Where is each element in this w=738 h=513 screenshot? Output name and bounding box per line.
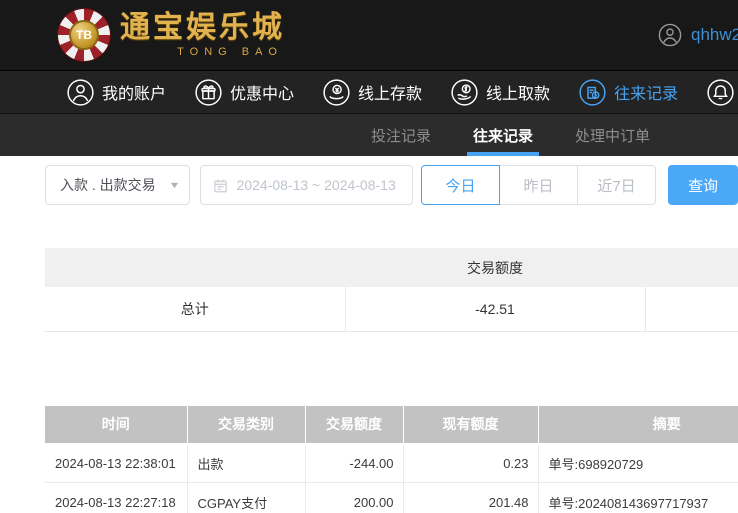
nav-label: 我的账户 [102,86,167,103]
col-memo: 摘要 [538,405,738,445]
withdraw-icon [451,78,478,106]
col-balance: 现有额度 [403,405,539,445]
brand-name-cn: 通宝娱乐城 [120,10,285,44]
records-icon [579,78,606,106]
table-row: 2024-08-13 22:27:18 CGPAY支付 200.00 201.4… [45,482,738,513]
summary-header-empty [45,248,345,287]
summary-section: 交易额度 总计 -42.51 [45,248,738,332]
top-header: TB 通宝娱乐城 TONG BAO qhhw2 [0,0,738,70]
brand-name-en: TONG BAO [177,45,283,58]
user-icon [67,78,94,106]
cell-type: CGPAY支付 [187,482,306,513]
summary-total-value: -42.51 [344,287,645,332]
quick-date-buttons: 今日 昨日 近7日 [421,165,656,205]
filter-row: 入款 . 出款交易 ▼ 2024-08-13 ~ 2024-08-13 今日 昨… [45,165,738,205]
chevron-down-icon: ▼ [167,180,181,190]
summary-table: 交易额度 总计 -42.51 [45,248,738,332]
nav-item-online-withdraw[interactable]: 线上取款 [451,78,551,106]
chip-label: TB [69,20,99,50]
user-area[interactable]: qhhw2 [658,0,738,70]
nav-label: 优惠中心 [230,86,295,103]
records-section: 时间 交易类别 交易额度 现有额度 摘要 2024-08-13 22:38:01… [45,405,738,513]
brand-text: 通宝娱乐城 TONG BAO [120,10,285,58]
col-time: 时间 [45,405,188,445]
nav-label: 线上存款 [358,86,423,103]
nav-item-promotions[interactable]: 优惠中心 [195,78,295,106]
gift-icon [195,78,222,106]
calendar-icon [213,179,227,192]
username[interactable]: qhhw2 [691,25,738,45]
last7days-button[interactable]: 近7日 [577,165,656,205]
tab-transaction-records[interactable]: 往来记录 [467,114,540,156]
col-type: 交易类别 [187,405,306,445]
brand-logo[interactable]: TB 通宝娱乐城 TONG BAO [58,9,285,61]
cell-balance: 201.48 [403,482,539,513]
select-value: 入款 . 出款交易 [60,177,156,193]
summary-total-label: 总计 [45,287,345,332]
summary-empty-cell [644,287,738,332]
records-header-row: 时间 交易类别 交易额度 现有额度 摘要 [45,405,738,445]
transaction-type-select[interactable]: 入款 . 出款交易 ▼ [45,165,190,205]
tab-label: 往来记录 [473,127,534,145]
summary-total-row: 总计 -42.51 [45,287,738,332]
cell-memo: 单号:202408143697717937 [538,482,738,513]
nav-item-transaction-records[interactable]: 往来记录 [579,78,679,106]
table-row: 2024-08-13 22:38:01 出款 -244.00 0.23 单号:6… [45,443,738,483]
summary-header-amount: 交易额度 [345,248,645,287]
record-tabs: 投注记录 往来记录 处理中订单 [0,114,738,156]
nav-label: 往来记录 [614,86,679,103]
cell-time: 2024-08-13 22:27:18 [45,482,188,513]
cell-amount: 200.00 [305,482,404,513]
summary-header-empty [645,248,738,287]
deposit-icon [323,78,350,106]
col-amount: 交易额度 [305,405,404,445]
records-table: 时间 交易类别 交易额度 现有额度 摘要 2024-08-13 22:38:01… [45,405,738,513]
summary-header-row: 交易额度 [45,248,738,287]
tab-pending-orders[interactable]: 处理中订单 [572,114,653,156]
yesterday-button[interactable]: 昨日 [499,165,578,205]
tab-label: 投注记录 [371,127,432,145]
tab-label: 处理中订单 [575,127,651,145]
cell-balance: 0.23 [403,443,539,483]
nav-item-my-account[interactable]: 我的账户 [67,78,167,106]
tab-bet-records[interactable]: 投注记录 [368,114,434,156]
query-button[interactable]: 查询 [668,165,738,205]
cell-amount: -244.00 [305,443,404,483]
bell-icon [707,78,734,106]
cell-memo: 单号:698920729 [538,443,738,483]
page: TB 通宝娱乐城 TONG BAO qhhw2 我的账户 优惠中心 线上存款 线… [0,0,738,513]
main-nav: 我的账户 优惠中心 线上存款 线上取款 往来记录 [0,70,738,114]
user-avatar-icon [658,23,682,47]
nav-item-messages[interactable] [707,78,738,106]
date-range-input[interactable]: 2024-08-13 ~ 2024-08-13 [199,165,413,205]
casino-chip-icon: TB [58,9,110,61]
nav-item-online-deposit[interactable]: 线上存款 [323,78,423,106]
nav-label: 线上取款 [486,86,551,103]
date-range-value: 2024-08-13 ~ 2024-08-13 [236,177,396,193]
today-button[interactable]: 今日 [421,165,500,205]
cell-type: 出款 [187,443,306,483]
cell-time: 2024-08-13 22:38:01 [45,443,188,483]
